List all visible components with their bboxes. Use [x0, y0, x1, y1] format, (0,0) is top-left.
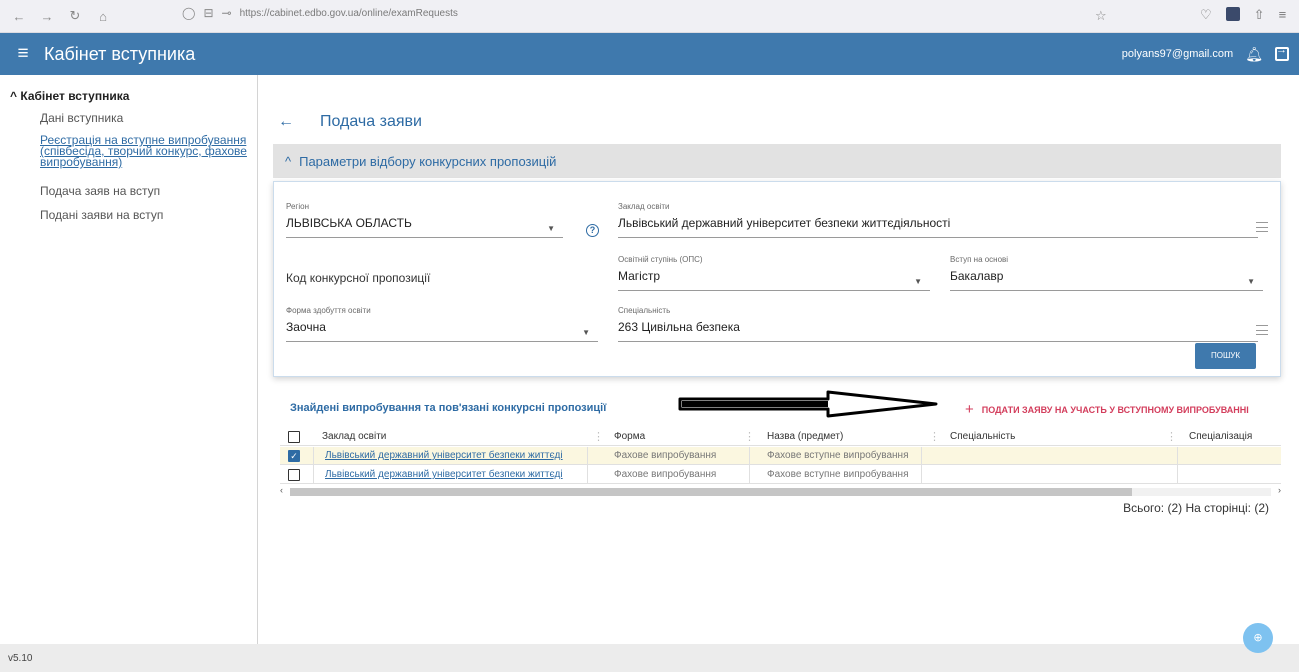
select-all-checkbox[interactable] — [288, 431, 300, 443]
table-row[interactable]: ✓ Львівський державний університет безпе… — [280, 447, 1281, 465]
table-row[interactable]: Львівський державний університет безпеки… — [280, 466, 1281, 484]
column-header-specialization[interactable]: Спеціалізація — [1189, 431, 1252, 442]
caret-down-icon: ▼ — [547, 224, 555, 233]
specialty-value: 263 Цивільна безпека — [618, 320, 740, 334]
url-text: https://cabinet.edbo.gov.ua/online/examR… — [239, 7, 458, 19]
sidebar-section[interactable]: ^ Кабінет вступника — [10, 89, 129, 103]
key-icon: ⊸ — [221, 6, 232, 20]
institution-value: Львівський державний університет безпеки… — [618, 216, 951, 230]
apply-exam-label: ПОДАТИ ЗАЯВУ НА УЧАСТЬ У ВСТУПНОМУ ВИПРО… — [981, 404, 1249, 415]
region-select[interactable]: Регіон ЛЬВІВСЬКА ОБЛАСТЬ ▼ — [286, 202, 563, 238]
row-checkbox[interactable]: ✓ — [288, 450, 300, 462]
study-form-select[interactable]: Форма здобуття освіти Заочна ▼ — [286, 306, 598, 342]
based-on-select[interactable]: Вступ на основі Бакалавр ▼ — [950, 255, 1263, 291]
column-header-specialty[interactable]: Спеціальність — [950, 431, 1015, 442]
sidebar-item-exam-registration[interactable]: Реєстрація на вступне випробування (спів… — [40, 134, 250, 168]
browser-toolbar: ← → ↻ ⌂ ◯ ⊟ ⊸ https://cabinet.edbo.gov.u… — [0, 0, 1299, 33]
based-on-value: Бакалавр — [950, 269, 1004, 283]
specialty-label: Спеціальність — [618, 306, 671, 315]
caret-down-icon: ▼ — [914, 277, 922, 286]
row-institution-link[interactable]: Львівський державний університет безпеки… — [325, 469, 563, 480]
chevron-up-icon: ^ — [10, 89, 18, 103]
app-title: Кабінет вступника — [44, 43, 196, 64]
footer: v5.10 — [0, 644, 1299, 672]
address-bar[interactable]: ◯ ⊟ ⊸ https://cabinet.edbo.gov.ua/online… — [182, 6, 458, 20]
bell-icon[interactable]: 🔔︎ — [1245, 46, 1263, 63]
logout-icon[interactable] — [1275, 44, 1289, 61]
sidebar-item-applicant-data[interactable]: Дані вступника — [40, 112, 123, 124]
extension-icon[interactable] — [1225, 7, 1240, 21]
chevron-up-icon: ^ — [285, 153, 292, 169]
results-title: Знайдені випробування та пов'язані конку… — [290, 402, 607, 414]
horizontal-scrollbar[interactable]: ‹ › — [280, 485, 1281, 497]
sidebar: ^ Кабінет вступника Дані вступника Реєст… — [0, 75, 258, 644]
filter-form: Регіон ЛЬВІВСЬКА ОБЛАСТЬ ▼ ? Заклад осві… — [273, 181, 1281, 377]
study-form-label: Форма здобуття освіти — [286, 306, 371, 315]
menu-icon[interactable]: ≡ — [8, 43, 38, 65]
institution-field[interactable]: Заклад освіти Львівський державний уніве… — [618, 202, 1258, 238]
shield-icon: ◯ — [182, 6, 196, 20]
back-arrow-icon[interactable]: ← — [278, 113, 294, 131]
star-icon[interactable]: ☆ — [1095, 8, 1107, 24]
table-header: Заклад освіти ⋮ Форма ⋮ Назва (предмет) … — [280, 428, 1281, 446]
degree-label: Освітній ступінь (ОПС) — [618, 255, 703, 264]
reload-icon[interactable]: ↻ — [62, 3, 88, 29]
study-form-value: Заочна — [286, 320, 326, 334]
list-icon[interactable] — [1256, 325, 1268, 335]
degree-select[interactable]: Освітній ступінь (ОПС) Магістр ▼ — [618, 255, 930, 291]
sidebar-item-submitted-applications[interactable]: Подані заяви на вступ — [40, 209, 163, 221]
row-institution-link[interactable]: Львівський державний університет безпеки… — [325, 450, 563, 461]
row-checkbox[interactable] — [288, 469, 300, 481]
scroll-right-icon[interactable]: › — [1278, 485, 1281, 495]
lock-icon: ⊟ — [203, 6, 214, 20]
user-email[interactable]: polyans97@gmail.com — [1122, 48, 1233, 60]
region-label: Регіон — [286, 202, 309, 211]
sidebar-item-submit-applications[interactable]: Подача заяв на вступ — [40, 185, 160, 197]
app-header: ≡ Кабінет вступника polyans97@gmail.com … — [0, 33, 1299, 75]
column-header-name[interactable]: Назва (предмет) — [767, 431, 843, 442]
floating-action-button[interactable]: ⊕ — [1243, 623, 1273, 653]
scrollbar-thumb[interactable] — [290, 488, 1132, 496]
caret-down-icon: ▼ — [1247, 277, 1255, 286]
help-icon[interactable]: ? — [586, 224, 599, 237]
version-label: v5.10 — [8, 653, 33, 664]
specialty-field[interactable]: Спеціальність 263 Цивільна безпека — [618, 306, 1258, 342]
scroll-left-icon[interactable]: ‹ — [280, 485, 283, 495]
apply-exam-button[interactable]: + ПОДАТИ ЗАЯВУ НА УЧАСТЬ У ВСТУПНОМУ ВИП… — [965, 401, 1249, 418]
search-button[interactable]: ПОШУК — [1195, 343, 1256, 369]
share-icon[interactable]: ⇧ — [1254, 7, 1265, 23]
annotation-arrow-icon — [678, 390, 938, 418]
row-name: Фахове вступне випробування — [767, 469, 909, 480]
row-name: Фахове вступне випробування — [767, 450, 909, 461]
filter-title: Параметри відбору конкурсних пропозицій — [299, 153, 557, 169]
page-title: Подача заяви — [320, 113, 422, 130]
crosshair-icon: ⊕ — [1253, 632, 1263, 644]
list-icon[interactable] — [1256, 222, 1268, 232]
filter-panel-header[interactable]: ^ Параметри відбору конкурсних пропозиці… — [273, 144, 1281, 178]
hamburger-icon[interactable]: ≡ — [1279, 7, 1287, 23]
back-arrow-icon[interactable]: ← — [6, 3, 32, 29]
row-form: Фахове випробування — [614, 469, 717, 480]
forward-arrow-icon[interactable]: → — [34, 3, 60, 29]
competitive-code-label[interactable]: Код конкурсної пропозиції — [286, 271, 430, 285]
degree-value: Магістр — [618, 269, 661, 283]
row-form: Фахове випробування — [614, 450, 717, 461]
caret-down-icon: ▼ — [582, 328, 590, 337]
home-icon[interactable]: ⌂ — [90, 3, 116, 29]
column-header-institution[interactable]: Заклад освіти — [322, 431, 386, 442]
institution-label: Заклад освіти — [618, 202, 670, 211]
pocket-icon[interactable]: ♡ — [1200, 7, 1212, 23]
plus-icon: + — [965, 401, 974, 418]
column-header-form[interactable]: Форма — [614, 431, 645, 442]
region-value: ЛЬВІВСЬКА ОБЛАСТЬ — [286, 216, 412, 230]
pagination-total: Всього: (2) На сторінці: (2) — [1123, 501, 1269, 515]
based-on-label: Вступ на основі — [950, 255, 1009, 264]
